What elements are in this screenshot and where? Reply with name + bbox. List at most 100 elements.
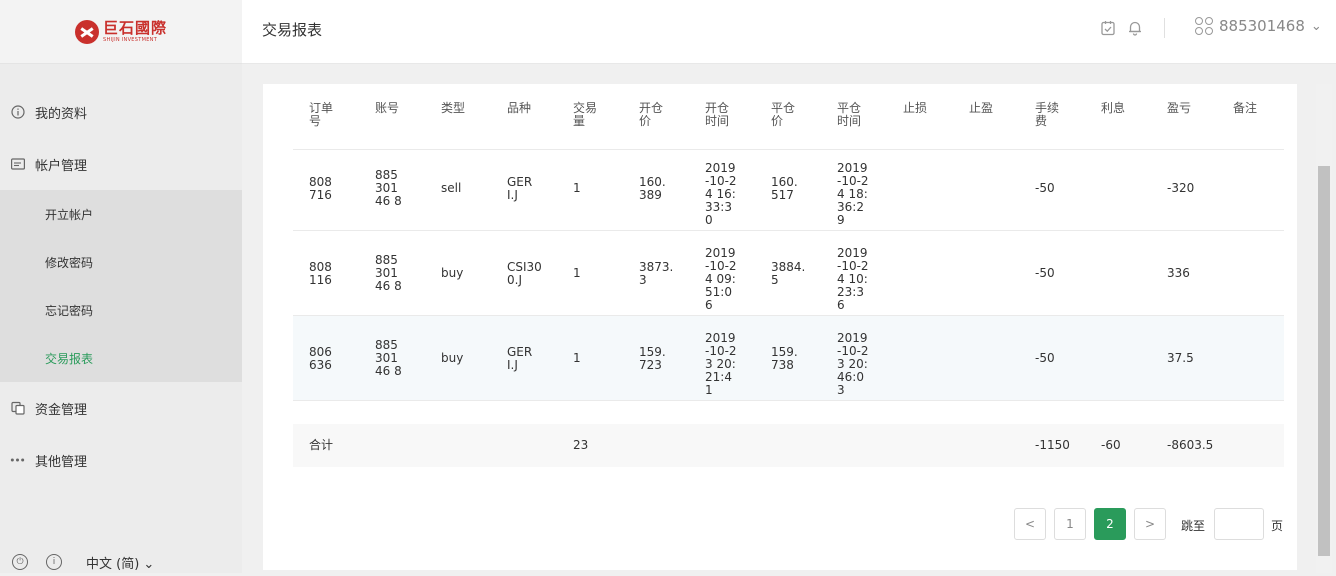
username: 885301468 bbox=[1219, 17, 1305, 35]
trade-type: buy bbox=[441, 266, 464, 280]
open-time: 2019-10-24 16:33:30 bbox=[705, 161, 737, 227]
symbol: GERI.J bbox=[507, 175, 533, 202]
account-number: 88530146 8 bbox=[375, 168, 402, 208]
fee: -50 bbox=[1035, 181, 1055, 195]
more-icon bbox=[10, 453, 25, 468]
close-price: 3884.5 bbox=[771, 260, 806, 287]
column-header: 账号 bbox=[375, 101, 400, 115]
sidebar-item-trade-report[interactable]: 交易报表 bbox=[0, 334, 242, 382]
task-check-icon[interactable] bbox=[1100, 20, 1116, 36]
summary-volume: 23 bbox=[573, 438, 589, 452]
close-time: 2019-10-23 20:46:03 bbox=[837, 331, 869, 397]
column-header: 止损 bbox=[903, 101, 928, 115]
sidebar-menu: 我的资料 帐户管理 开立帐户 修改密码 忘记密码 交易报表 资金管理 其他管理 bbox=[0, 86, 242, 486]
column-header: 手续费 bbox=[1035, 101, 1060, 128]
sidebar-item-label: 我的资料 bbox=[35, 106, 88, 122]
sidebar-item-label: 资金管理 bbox=[35, 402, 88, 418]
sidebar-item-label: 帐户管理 bbox=[35, 158, 88, 174]
open-time: 2019-10-23 20:21:41 bbox=[705, 331, 737, 397]
power-icon[interactable]: ⏻ bbox=[12, 554, 28, 570]
order-number: 808716 bbox=[309, 175, 332, 202]
next-page-button[interactable]: > bbox=[1134, 508, 1166, 540]
language-label: 中文 (简) bbox=[86, 556, 140, 572]
column-header: 备注 bbox=[1233, 101, 1258, 115]
summary-fee: -1150 bbox=[1035, 438, 1070, 452]
info-circle-icon[interactable]: i bbox=[46, 554, 62, 570]
order-number: 808116 bbox=[309, 260, 332, 287]
volume: 1 bbox=[573, 351, 581, 365]
column-header: 止盈 bbox=[969, 101, 994, 115]
user-menu[interactable]: 885301468 ⌄ bbox=[1195, 17, 1322, 35]
column-header: 订单号 bbox=[309, 101, 334, 128]
language-selector[interactable]: 中文 (简) ⌄ bbox=[86, 553, 154, 572]
volume: 1 bbox=[573, 266, 581, 280]
profit-loss: 37.5 bbox=[1167, 351, 1194, 365]
close-price: 160.517 bbox=[771, 175, 798, 202]
column-header: 盈亏 bbox=[1167, 101, 1192, 115]
top-header: 交易报表 885301468 ⌄ bbox=[242, 0, 1336, 64]
close-price: 159.738 bbox=[771, 345, 798, 372]
column-header: 平仓时间 bbox=[837, 101, 862, 128]
table-row[interactable]: 806636 88530146 8 buy GERI.J 1 159.723 2… bbox=[293, 316, 1284, 401]
column-header: 类型 bbox=[441, 101, 466, 115]
summary-label: 合计 bbox=[309, 438, 334, 452]
symbol: GERI.J bbox=[507, 345, 533, 372]
card-icon bbox=[10, 157, 25, 172]
column-header: 开仓时间 bbox=[705, 101, 730, 128]
profit-loss: 336 bbox=[1167, 266, 1190, 280]
symbol: CSI300.J bbox=[507, 260, 542, 287]
volume: 1 bbox=[573, 181, 581, 195]
chevron-down-icon: ⌄ bbox=[143, 556, 155, 572]
column-header: 开仓价 bbox=[639, 101, 664, 128]
open-price: 159.723 bbox=[639, 345, 666, 372]
scrollbar-thumb[interactable] bbox=[1318, 166, 1330, 556]
header-divider bbox=[1164, 18, 1165, 38]
jump-to-label: 跳至 bbox=[1181, 519, 1206, 533]
open-price: 3873.3 bbox=[639, 260, 674, 287]
page-button-2[interactable]: 2 bbox=[1094, 508, 1126, 540]
logo-mark-icon bbox=[74, 19, 99, 44]
account-submenu: 开立帐户 修改密码 忘记密码 交易报表 bbox=[0, 190, 242, 382]
page-title: 交易报表 bbox=[262, 21, 323, 39]
prev-page-button[interactable]: < bbox=[1014, 508, 1046, 540]
sidebar-item-open-account[interactable]: 开立帐户 bbox=[0, 190, 242, 238]
sidebar-item-label: 其他管理 bbox=[35, 454, 88, 470]
sidebar-item-funds[interactable]: 资金管理 bbox=[0, 382, 242, 434]
column-header: 交易量 bbox=[573, 101, 598, 128]
sidebar-item-change-password[interactable]: 修改密码 bbox=[0, 238, 242, 286]
trade-type: sell bbox=[441, 181, 462, 195]
close-time: 2019-10-24 10:23:36 bbox=[837, 246, 869, 312]
sidebar-item-other[interactable]: 其他管理 bbox=[0, 434, 242, 486]
funds-icon bbox=[10, 401, 25, 416]
table-row[interactable]: 808716 88530146 8 sell GERI.J 1 160.389 … bbox=[293, 146, 1284, 231]
column-header: 品种 bbox=[507, 101, 532, 115]
open-time: 2019-10-24 09:51:06 bbox=[705, 246, 737, 312]
user-avatar-icon bbox=[1195, 17, 1213, 35]
brand-logo[interactable]: 巨石國際 SHIJIN INVESTMENT bbox=[74, 18, 167, 44]
table-header: 订单号 账号 类型 品种 交易量 开仓价 开仓时间 平仓价 平仓时间 止损 止盈… bbox=[293, 90, 1284, 150]
summary-interest: -60 bbox=[1101, 438, 1121, 452]
logo-area: 巨石國際 SHIJIN INVESTMENT bbox=[0, 0, 242, 64]
sidebar-item-profile[interactable]: 我的资料 bbox=[0, 86, 242, 138]
trade-type: buy bbox=[441, 351, 464, 365]
sidebar-item-account[interactable]: 帐户管理 bbox=[0, 138, 242, 190]
sidebar: 巨石國際 SHIJIN INVESTMENT 我的资料 帐户管理 开立帐户 修改… bbox=[0, 0, 242, 573]
profit-loss: -320 bbox=[1167, 181, 1195, 195]
sidebar-item-forgot-password[interactable]: 忘记密码 bbox=[0, 286, 242, 334]
column-header: 利息 bbox=[1101, 101, 1126, 115]
brand-name-cn: 巨石國際 bbox=[102, 18, 167, 37]
chevron-down-icon: ⌄ bbox=[1310, 18, 1322, 34]
fee: -50 bbox=[1035, 266, 1055, 280]
info-icon bbox=[10, 105, 25, 120]
jump-page-input[interactable] bbox=[1214, 508, 1264, 540]
sidebar-footer: ⏻ i 中文 (简) ⌄ bbox=[0, 548, 242, 576]
page-button-1[interactable]: 1 bbox=[1054, 508, 1086, 540]
page-suffix-label: 页 bbox=[1271, 519, 1284, 533]
account-number: 88530146 8 bbox=[375, 253, 402, 293]
bell-icon[interactable] bbox=[1127, 20, 1143, 36]
account-number: 88530146 8 bbox=[375, 338, 402, 378]
summary-pnl: -8603.5 bbox=[1167, 438, 1214, 452]
summary-row: 合计 23 -1150 -60 -8603.5 bbox=[293, 424, 1284, 467]
brand-name-en: SHIJIN INVESTMENT bbox=[102, 36, 158, 43]
table-row[interactable]: 808116 88530146 8 buy CSI300.J 1 3873.3 … bbox=[293, 231, 1284, 316]
